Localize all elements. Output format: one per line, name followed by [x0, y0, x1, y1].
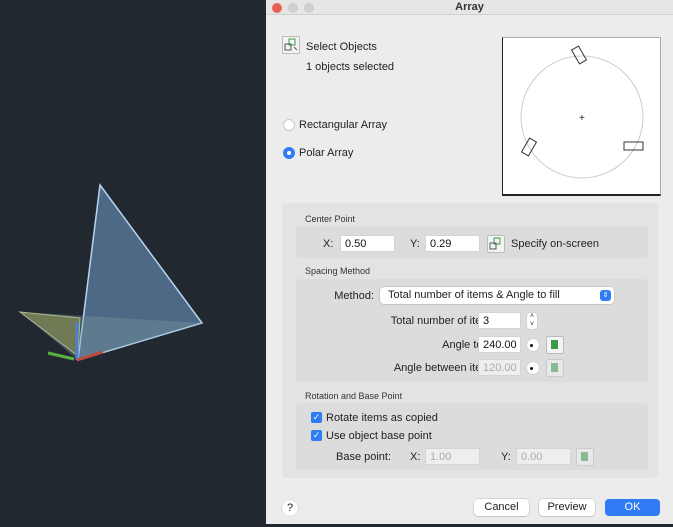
specify-on-screen-button[interactable] — [487, 235, 505, 253]
angle-between-pick-button[interactable] — [546, 359, 564, 377]
center-y-input[interactable]: 0.29 — [425, 235, 480, 252]
rectangular-array-label: Rectangular Array — [299, 119, 388, 131]
base-point-pick-button[interactable] — [576, 448, 594, 466]
y-axis — [47, 351, 75, 361]
zoom-button[interactable] — [304, 3, 314, 13]
base-x-label: X: — [410, 451, 421, 463]
base-point-label: Base point: — [336, 451, 392, 463]
select-objects-label: Select Objects — [306, 41, 377, 53]
center-y-label: Y: — [410, 238, 420, 250]
rotate-items-label: Rotate items as copied — [326, 412, 438, 424]
pick-point-icon — [489, 237, 501, 250]
angle-between-label: Angle between items: — [393, 362, 499, 374]
rotate-items-checkbox[interactable]: ✓ — [311, 412, 322, 423]
spacing-method-title: Spacing Method — [305, 266, 371, 276]
use-base-point-checkbox[interactable]: ✓ — [311, 430, 322, 441]
drawing-canvas[interactable] — [0, 0, 266, 524]
angle-fill-dial[interactable] — [527, 339, 539, 351]
base-y-label: Y: — [501, 451, 511, 463]
total-items-input[interactable]: 3 — [478, 312, 521, 329]
chevron-updown-icon: ⇕ — [600, 290, 611, 301]
select-objects-button[interactable] — [282, 36, 300, 54]
angle-fill-input[interactable]: 240.00 — [478, 336, 521, 353]
method-select[interactable]: Total number of items & Angle to fill ⇕ — [380, 287, 614, 304]
close-button[interactable] — [272, 3, 282, 13]
base-y-input[interactable]: 0.00 — [516, 448, 571, 465]
selection-status: 1 objects selected — [306, 61, 395, 73]
cancel-button[interactable]: Cancel — [474, 499, 529, 516]
preview-button[interactable]: Preview — [539, 499, 595, 516]
preview-pane: + — [502, 37, 661, 196]
angle-between-input[interactable]: 120.00 — [478, 359, 521, 376]
select-objects-icon — [284, 38, 298, 51]
base-x-input[interactable]: 1.00 — [425, 448, 480, 465]
pick-point-icon — [581, 452, 588, 461]
method-label: Method: — [334, 290, 374, 302]
ok-button[interactable]: OK — [605, 499, 660, 516]
array-dialog: Array Select Objects 1 objects selected … — [266, 0, 673, 524]
help-button[interactable]: ? — [282, 500, 298, 516]
center-x-input[interactable]: 0.50 — [340, 235, 395, 252]
method-value: Total number of items & Angle to fill — [388, 289, 560, 301]
use-base-point-label: Use object base point — [326, 430, 432, 442]
center-point-title: Center Point — [305, 214, 356, 224]
pick-angle-icon — [551, 340, 558, 349]
angle-fill-pick-button[interactable] — [546, 336, 564, 354]
angle-fill-label: Angle to fill: — [442, 339, 499, 351]
minimize-button[interactable] — [288, 3, 298, 13]
angle-between-dial[interactable] — [527, 362, 539, 374]
specify-on-screen-label: Specify on-screen — [511, 238, 600, 250]
center-x-label: X: — [323, 238, 334, 250]
rectangular-array-radio[interactable] — [283, 119, 295, 131]
polar-array-label: Polar Array — [299, 147, 354, 159]
title-bar: Array — [266, 0, 673, 15]
model-view — [18, 183, 204, 362]
svg-text:+: + — [579, 113, 585, 124]
total-items-stepper[interactable]: ˄ ˅ — [527, 313, 537, 329]
polar-array-radio[interactable] — [283, 147, 295, 159]
total-items-label: Total number of items: — [390, 315, 499, 327]
pick-angle-icon — [551, 363, 558, 372]
rotation-title: Rotation and Base Point — [305, 391, 403, 401]
polar-preview: + — [520, 45, 644, 179]
